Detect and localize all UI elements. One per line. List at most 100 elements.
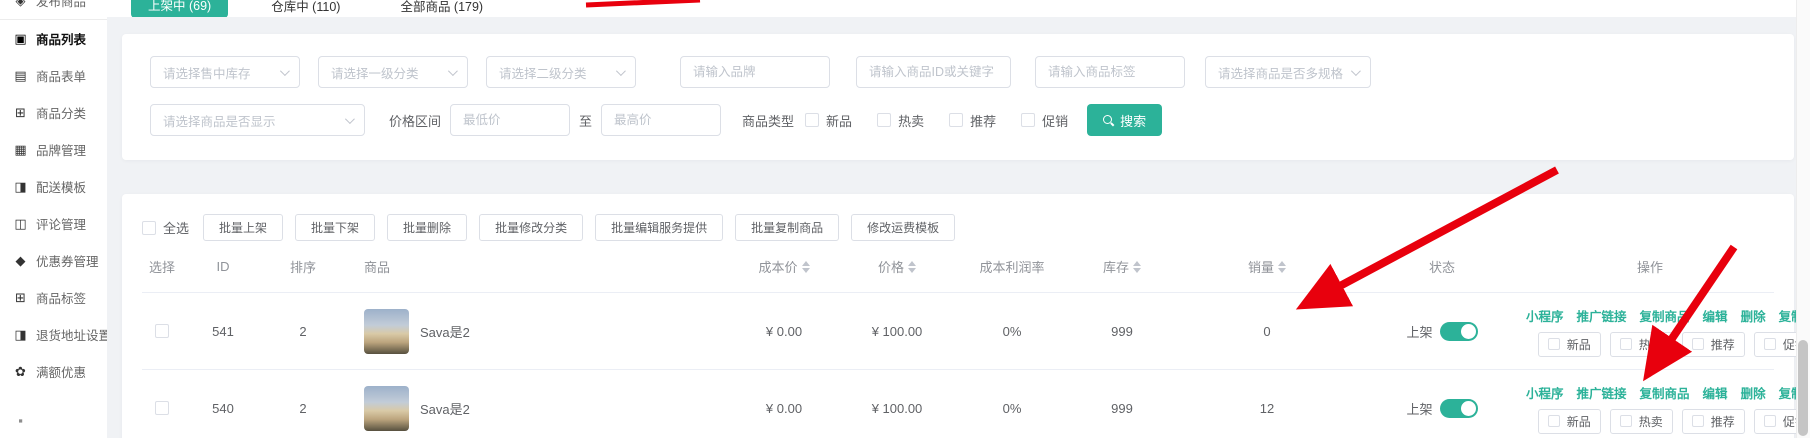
sidebar-item-product-list[interactable]: ▣ 商品列表 xyxy=(0,20,107,57)
promo-link[interactable]: 推广链接 xyxy=(1577,306,1627,325)
search-button[interactable]: 搜索 xyxy=(1087,104,1162,136)
type-checkbox-recommend[interactable]: 推荐 xyxy=(949,111,996,130)
header-price[interactable]: 价格 xyxy=(838,257,956,276)
sidebar-item-brand-management[interactable]: ▦ 品牌管理 xyxy=(0,131,107,168)
search-icon xyxy=(1103,115,1114,126)
multispec-placeholder: 请选择商品是否多规格 xyxy=(1218,63,1343,82)
on-sale-toggle[interactable] xyxy=(1440,322,1478,341)
sidebar-item-label: 商品列表 xyxy=(36,29,86,48)
vertical-scrollbar-track[interactable] xyxy=(1796,0,1810,438)
select-all-checkbox[interactable]: 全选 xyxy=(142,218,189,237)
product-name: Sava是2 xyxy=(420,322,470,341)
edit-freight-template-button[interactable]: 修改运费模板 xyxy=(851,214,955,241)
checkbox-icon[interactable] xyxy=(1021,113,1035,127)
header-cost[interactable]: 成本价 xyxy=(730,257,838,276)
filter-panel: 请选择售中库存 请选择一级分类 请选择二级分类 请选择商品是否多规格 请选择商品… xyxy=(122,34,1794,160)
table-row: 540 2 Sava是2 ¥ 0.00 ¥ 100.00 0% 999 12 上… xyxy=(142,370,1774,438)
type-checkbox-new[interactable]: 新品 xyxy=(805,111,852,130)
batch-edit-category-button[interactable]: 批量修改分类 xyxy=(479,214,583,241)
batch-on-sale-button[interactable]: 批量上架 xyxy=(203,214,283,241)
brand-input[interactable] xyxy=(680,56,830,88)
max-price-input[interactable] xyxy=(601,104,721,136)
sidebar-item-return-address[interactable]: ◨ 退货地址设置 xyxy=(0,316,107,353)
tag-new-checkbox[interactable]: 新品 xyxy=(1538,332,1601,357)
edit-link[interactable]: 编辑 xyxy=(1703,306,1728,325)
tag-hot-checkbox[interactable]: 热卖 xyxy=(1610,409,1673,434)
header-select: 选择 xyxy=(142,257,182,276)
delete-link[interactable]: 删除 xyxy=(1741,306,1766,325)
category1-select[interactable]: 请选择一级分类 xyxy=(318,56,468,88)
type-checkbox-promo[interactable]: 促销 xyxy=(1021,111,1068,130)
checkbox-icon[interactable] xyxy=(1548,415,1560,427)
tab-on-sale[interactable]: 上架中 (69) xyxy=(131,0,228,17)
batch-off-sale-button[interactable]: 批量下架 xyxy=(295,214,375,241)
sidebar-item-product-tags[interactable]: ⊞ 商品标签 xyxy=(0,279,107,316)
sort-carets-icon[interactable] xyxy=(908,261,916,273)
tag-recommend-checkbox[interactable]: 推荐 xyxy=(1682,332,1745,357)
visibility-select[interactable]: 请选择商品是否显示 xyxy=(150,104,365,136)
cell-sort: 2 xyxy=(264,401,342,416)
checkbox-icon[interactable] xyxy=(1692,338,1704,350)
checkbox-icon[interactable] xyxy=(949,113,963,127)
copy-product-link[interactable]: 复制商品 xyxy=(1640,306,1690,325)
sidebar-item-full-discount[interactable]: ✿ 满额优惠 xyxy=(0,353,107,390)
checkbox-icon[interactable] xyxy=(877,113,891,127)
promo-link[interactable]: 推广链接 xyxy=(1577,383,1627,402)
tag-hot-checkbox[interactable]: 热卖 xyxy=(1610,332,1673,357)
price-range-label: 价格区间 xyxy=(389,111,441,130)
sidebar-item-review-management[interactable]: ◫ 评论管理 xyxy=(0,205,107,242)
tag-recommend-checkbox[interactable]: 推荐 xyxy=(1682,409,1745,434)
checkbox-icon[interactable] xyxy=(142,221,156,235)
product-status-tabbar: 上架中 (69) 仓库中 (110) 全部商品 (179) xyxy=(107,0,1796,17)
cell-price: ¥ 100.00 xyxy=(838,324,956,339)
type-option-label: 推荐 xyxy=(970,111,996,130)
stock-filter-select[interactable]: 请选择售中库存 xyxy=(150,56,300,88)
checkbox-icon[interactable] xyxy=(1620,415,1632,427)
sort-carets-icon[interactable] xyxy=(802,261,810,273)
briefcase-icon: ▦ xyxy=(13,142,28,158)
vertical-scrollbar-thumb[interactable] xyxy=(1798,340,1808,436)
mini-program-link[interactable]: 小程序 xyxy=(1526,306,1564,325)
edit-link[interactable]: 编辑 xyxy=(1703,383,1728,402)
checkbox-icon[interactable] xyxy=(1764,415,1776,427)
sidebar-item-delivery-template[interactable]: ◨ 配送模板 xyxy=(0,168,107,205)
mini-program-link[interactable]: 小程序 xyxy=(1526,383,1564,402)
cell-sales: 12 xyxy=(1176,401,1358,416)
sidebar-item-label: 评论管理 xyxy=(36,214,86,233)
checkbox-icon[interactable] xyxy=(1620,338,1632,350)
copy-product-link[interactable]: 复制商品 xyxy=(1640,383,1690,402)
min-price-input[interactable] xyxy=(450,104,570,136)
row-checkbox[interactable] xyxy=(155,401,169,415)
checkbox-icon[interactable] xyxy=(1692,415,1704,427)
batch-delete-button[interactable]: 批量删除 xyxy=(387,214,467,241)
batch-copy-product-button[interactable]: 批量复制商品 xyxy=(735,214,839,241)
delete-link[interactable]: 删除 xyxy=(1741,383,1766,402)
sidebar-item-product-form[interactable]: ▤ 商品表单 xyxy=(0,57,107,94)
sidebar-item-publish-product[interactable]: ◈ 发布商品 xyxy=(0,0,107,19)
batch-actions-row: 全选 批量上架 批量下架 批量删除 批量修改分类 批量编辑服务提供 批量复制商品… xyxy=(142,214,1774,241)
multispec-select[interactable]: 请选择商品是否多规格 xyxy=(1205,56,1371,88)
sort-carets-icon[interactable] xyxy=(1133,261,1141,273)
type-checkbox-hot[interactable]: 热卖 xyxy=(877,111,924,130)
sidebar-item-coupon-management[interactable]: ◆ 优惠券管理 xyxy=(0,242,107,279)
header-stock[interactable]: 库存 xyxy=(1068,257,1176,276)
product-tag-input[interactable] xyxy=(1035,56,1185,88)
checkbox-icon[interactable] xyxy=(1548,338,1560,350)
checkbox-icon[interactable] xyxy=(805,113,819,127)
row-checkbox[interactable] xyxy=(155,324,169,338)
batch-edit-service-button[interactable]: 批量编辑服务提供 xyxy=(595,214,723,241)
sidebar-item-product-category[interactable]: ⊞ 商品分类 xyxy=(0,94,107,131)
tab-in-warehouse[interactable]: 仓库中 (110) xyxy=(254,0,357,17)
on-sale-toggle[interactable] xyxy=(1440,399,1478,418)
sort-carets-icon[interactable] xyxy=(1278,261,1286,273)
tag-new-checkbox[interactable]: 新品 xyxy=(1538,409,1601,434)
cell-product: Sava是2 xyxy=(342,309,730,354)
header-sales[interactable]: 销量 xyxy=(1176,257,1358,276)
cell-actions: 小程序 推广链接 复制商品 编辑 删除 复制链接 新品 热卖 推荐 促销 xyxy=(1526,383,1810,434)
category2-select[interactable]: 请选择二级分类 xyxy=(486,56,636,88)
cell-actions: 小程序 推广链接 复制商品 编辑 删除 复制链接 新品 热卖 推荐 促销 xyxy=(1526,306,1810,357)
keyword-input[interactable] xyxy=(856,56,1011,88)
checkbox-icon[interactable] xyxy=(1764,338,1776,350)
sidebar-item-partial[interactable]: ▪ xyxy=(0,402,107,438)
tab-all-products[interactable]: 全部商品 (179) xyxy=(383,0,500,17)
